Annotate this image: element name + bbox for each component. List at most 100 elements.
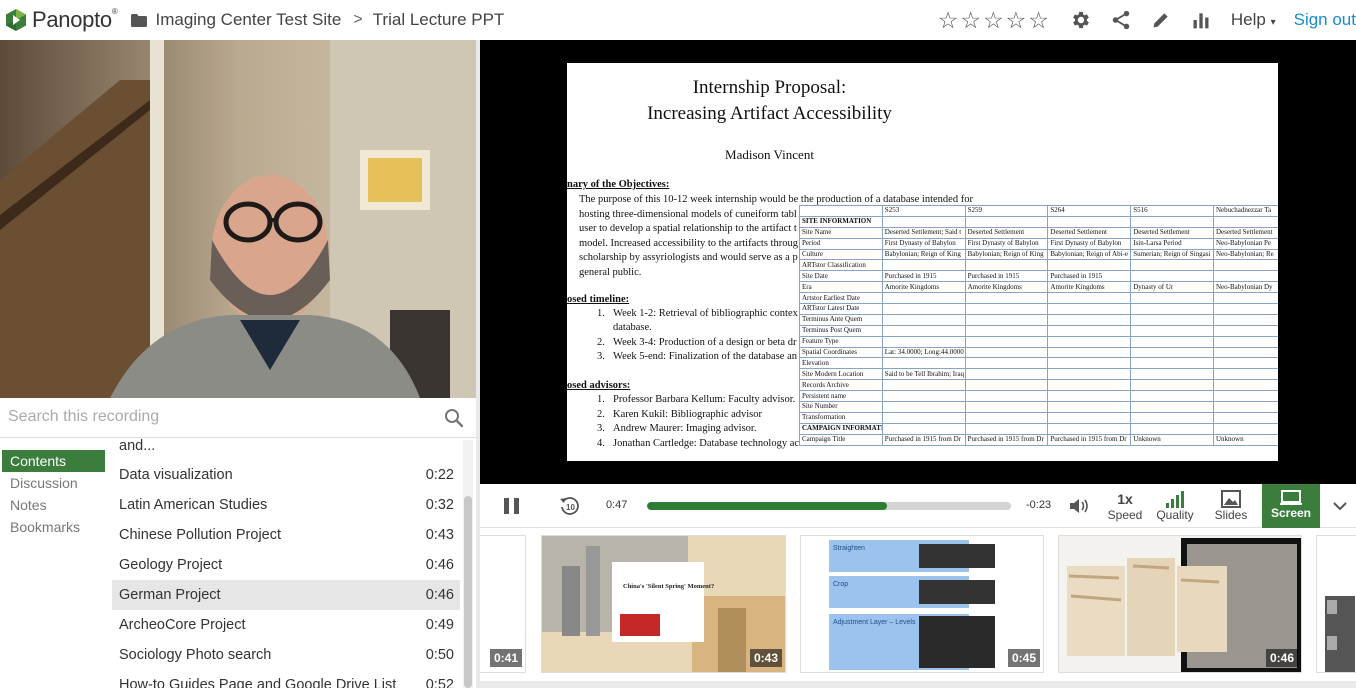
table-row: Persistent name — [799, 390, 1278, 403]
list-item[interactable]: How-to Guides Page and Google Drive List… — [112, 670, 460, 688]
screen-button[interactable]: Screen — [1262, 484, 1320, 528]
table-cell: First Dynasty of Babylon — [964, 237, 1049, 250]
table-cell: S259 — [964, 205, 1049, 217]
scrollbar-thumb[interactable] — [464, 496, 472, 688]
help-menu[interactable]: Help ▾ — [1231, 10, 1276, 30]
table-cell — [1047, 422, 1132, 435]
table-cell — [1047, 215, 1132, 228]
table-cell: Site Number — [799, 401, 883, 413]
summary-heading: nary of the Objectives: — [567, 179, 670, 190]
table-cell: Neo-Babylonian; Re — [1212, 248, 1278, 261]
table-cell: Feature Type — [799, 335, 883, 348]
image-icon — [1221, 490, 1241, 508]
chevron-down-icon[interactable] — [1332, 498, 1348, 514]
quality-button[interactable]: Quality — [1150, 490, 1200, 522]
table-cell — [1047, 390, 1132, 403]
table-cell — [964, 357, 1049, 370]
table-cell — [1130, 390, 1214, 403]
thumbnail[interactable]: 0:46 — [1058, 535, 1302, 673]
advisors-heading: osed advisors: — [567, 380, 631, 391]
star-icon[interactable]: ☆ — [960, 8, 981, 32]
table-cell — [881, 401, 966, 413]
table-cell: S264 — [1047, 205, 1132, 217]
table-row: Terminus Post Quem — [799, 324, 1278, 337]
table-cell — [1212, 303, 1278, 315]
table-cell — [799, 205, 883, 217]
star-icon[interactable]: ☆ — [983, 8, 1004, 32]
tab-bookmarks[interactable]: Bookmarks — [0, 516, 108, 538]
list-item[interactable]: Geology Project 0:46 — [112, 550, 460, 580]
volume-icon[interactable] — [1068, 496, 1092, 516]
table-cell — [964, 215, 1049, 228]
table-cell: Terminus Post Quem — [799, 324, 883, 337]
table-cell — [1212, 335, 1278, 348]
breadcrumb-separator-icon: > — [353, 11, 363, 28]
list-item-selected[interactable]: German Project 0:46 — [112, 580, 460, 610]
thumbnail[interactable] — [1316, 535, 1356, 673]
list-item[interactable]: Data visualization 0:22 — [112, 460, 460, 490]
search-input[interactable] — [0, 398, 420, 436]
thumbnail[interactable]: 0:41 — [480, 535, 526, 673]
breadcrumb-folder[interactable]: Imaging Center Test Site — [155, 10, 341, 30]
star-icon[interactable]: ☆ — [1028, 8, 1049, 32]
table-cell: Dynasty of Ur — [1130, 281, 1214, 294]
table-row: SITE INFORMATION — [799, 215, 1278, 228]
share-icon[interactable] — [1109, 8, 1133, 32]
table-cell: Sumerian; Reign of Singasi — [1130, 248, 1214, 261]
table-cell — [1047, 303, 1132, 315]
table-cell — [1212, 313, 1278, 326]
pencil-edit-icon[interactable] — [1149, 8, 1173, 32]
table-cell: Records Archive — [799, 379, 883, 392]
table-cell: Amorite Kingdoms — [1047, 281, 1132, 294]
star-icon[interactable]: ☆ — [938, 8, 959, 32]
tab-discussion[interactable]: Discussion — [0, 472, 108, 494]
table-cell — [964, 324, 1049, 337]
table-cell — [964, 401, 1049, 413]
presenter-video[interactable] — [0, 40, 476, 398]
search-icon[interactable] — [444, 408, 464, 428]
speed-button[interactable]: 1x Speed — [1100, 490, 1150, 522]
panopto-logo[interactable]: Panopto® — [4, 7, 118, 33]
table-cell — [964, 422, 1049, 435]
table-cell — [881, 292, 966, 305]
progress-bar[interactable] — [647, 502, 1011, 510]
screen-video[interactable]: Internship Proposal: Increasing Artifact… — [480, 40, 1356, 484]
table-cell — [1047, 368, 1132, 381]
thumbnail-label: Adjustment Layer – Levels — [833, 619, 916, 626]
thumbnail-label: Crop — [833, 581, 848, 588]
table-cell: Culture — [799, 248, 883, 261]
table-cell — [1047, 346, 1132, 359]
stats-bar-chart-icon[interactable] — [1189, 8, 1213, 32]
thumbnail[interactable]: Straighten Crop Adjustment Layer – Level… — [800, 535, 1044, 673]
slide-content: Internship Proposal: Increasing Artifact… — [567, 63, 1278, 461]
table-cell: Unknown — [1130, 433, 1214, 446]
thumbnail[interactable]: China's 'Silent Spring' Moment? 0:43 — [541, 535, 786, 673]
list-item[interactable]: and... — [112, 438, 460, 461]
rewind-10-icon[interactable]: 10 — [558, 494, 582, 518]
list-item[interactable]: Sociology Photo search 0:50 — [112, 640, 460, 670]
slide-title-line1: Internship Proposal: — [692, 77, 847, 98]
thumbnail-strip-track[interactable] — [480, 681, 1356, 688]
sign-out-link[interactable]: Sign out — [1294, 10, 1356, 30]
table-cell: Persistent name — [799, 390, 883, 403]
table-cell — [1047, 401, 1132, 413]
list-item[interactable]: Chinese Pollution Project 0:43 — [112, 520, 460, 550]
slides-button[interactable]: Slides — [1206, 490, 1256, 522]
top-header: Panopto® Imaging Center Test Site > Tria… — [0, 0, 1356, 40]
table-cell: Campaign Title — [799, 433, 883, 446]
tab-contents[interactable]: Contents — [2, 450, 105, 472]
pause-button[interactable] — [504, 498, 522, 514]
thumbnail-image — [1325, 596, 1355, 672]
table-cell: Said to be Tell Ibrahim; Iraq — [881, 368, 966, 381]
contents-scrollbar[interactable] — [463, 440, 473, 688]
list-item[interactable]: ArcheoCore Project 0:49 — [112, 610, 460, 640]
gear-icon[interactable] — [1069, 8, 1093, 32]
star-icon[interactable]: ☆ — [1006, 8, 1027, 32]
table-cell — [1130, 270, 1214, 283]
table-cell — [964, 346, 1049, 359]
table-cell: Babylonian; Reign of King — [881, 248, 966, 261]
table-cell — [1130, 313, 1214, 326]
tab-notes[interactable]: Notes — [0, 494, 108, 516]
table-cell — [881, 422, 966, 435]
list-item[interactable]: Latin American Studies 0:32 — [112, 490, 460, 520]
